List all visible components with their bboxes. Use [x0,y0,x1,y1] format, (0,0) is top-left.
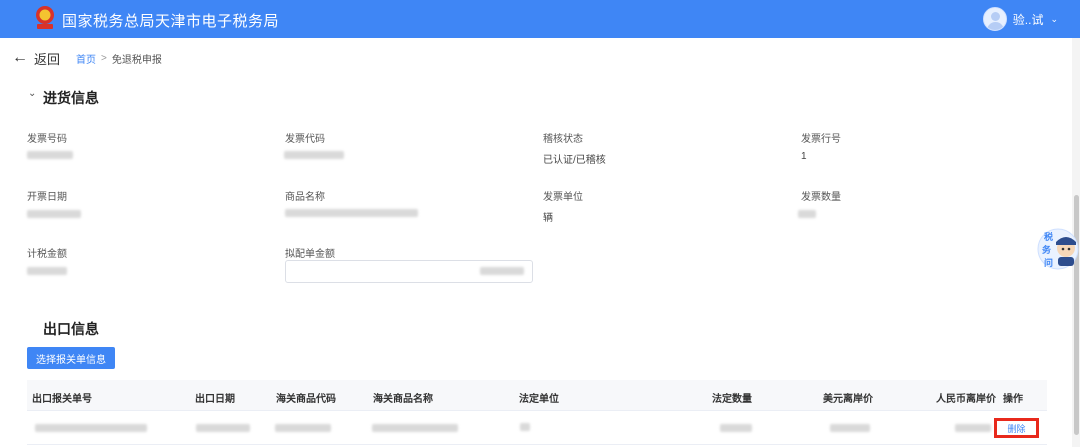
column-header: 人民币离岸价 [936,394,996,405]
tax-emblem-icon [36,6,54,29]
issue-date-value [27,210,81,218]
table-cell [520,423,530,431]
invoice-quantity-label: 发票数量 [801,192,841,203]
breadcrumb-separator: > [101,52,107,64]
invoice-code-value [284,151,344,159]
breadcrumb-current: 免退税申报 [111,54,162,66]
column-header: 出口日期 [195,394,235,405]
invoice-number-value [27,151,73,159]
export-section-title: 出口信息 [43,321,99,337]
back-arrow-icon[interactable]: ← [12,49,28,67]
column-header: 法定数量 [712,394,752,405]
product-name-value [285,209,418,217]
back-button[interactable]: 返回 [34,49,60,68]
mascot-label: 税 [1044,232,1054,242]
issue-date-label: 开票日期 [27,192,67,203]
column-header: 法定单位 [519,394,559,405]
audit-status-value: 已认证/已稽核 [543,155,606,166]
invoice-number-label: 发票号码 [27,134,67,145]
invoice-unit-value: 辆 [543,213,553,224]
taxable-amount-label: 计税金额 [27,249,67,260]
table-divider [27,444,1047,445]
user-menu[interactable]: 验..试 ⌄ [982,7,1058,31]
column-header: 海关商品代码 [276,394,336,405]
site-title: 国家税务总局天津市电子税务局 [62,13,280,30]
taxable-amount-value [27,267,67,275]
top-bar: 国家税务总局天津市电子税务局 验..试 ⌄ [0,0,1080,38]
mascot-label: 问 [1044,258,1054,268]
invoice-line-value: 1 [801,151,807,162]
invoice-unit-label: 发票单位 [543,192,583,203]
user-name[interactable]: 验..试 [1013,11,1044,28]
audit-status-label: 稽核状态 [543,134,583,145]
table-cell [955,424,991,432]
table-cell [275,424,331,432]
invoice-code-label: 发票代码 [285,134,325,145]
column-header: 美元离岸价 [823,394,873,405]
delete-highlight[interactable]: 删除 [994,418,1039,438]
column-header: 出口报关单号 [32,394,92,405]
table-cell [830,424,870,432]
select-customs-declaration-button[interactable]: 选择报关单信息 [27,347,115,369]
delete-button[interactable]: 删除 [1007,422,1025,435]
table-cell [372,424,458,432]
table-cell [35,424,147,432]
nav-row: ← 返回 首页 > 免退税申报 [12,49,162,67]
chevron-down-icon[interactable]: ⌄ [1050,14,1058,25]
invoice-quantity-value [798,210,816,218]
allocated-amount-label: 拟配单金额 [285,249,335,260]
purchase-section-title: 进货信息 [43,90,99,106]
avatar[interactable] [982,7,1007,31]
allocated-amount-value [480,267,524,275]
breadcrumb-home[interactable]: 首页 [76,51,96,66]
product-name-label: 商品名称 [285,192,325,203]
table-cell [196,424,250,432]
column-header: 海关商品名称 [373,394,433,405]
table-divider [27,410,1047,411]
invoice-line-label: 发票行号 [801,134,841,145]
column-header: 操作 [1003,394,1023,405]
table-cell [720,424,752,432]
mascot-label: 务 [1042,245,1052,255]
collapse-chevron-icon[interactable]: ⌄ [28,88,36,99]
assistant-mascot[interactable]: 税 务 问 [1036,226,1080,272]
